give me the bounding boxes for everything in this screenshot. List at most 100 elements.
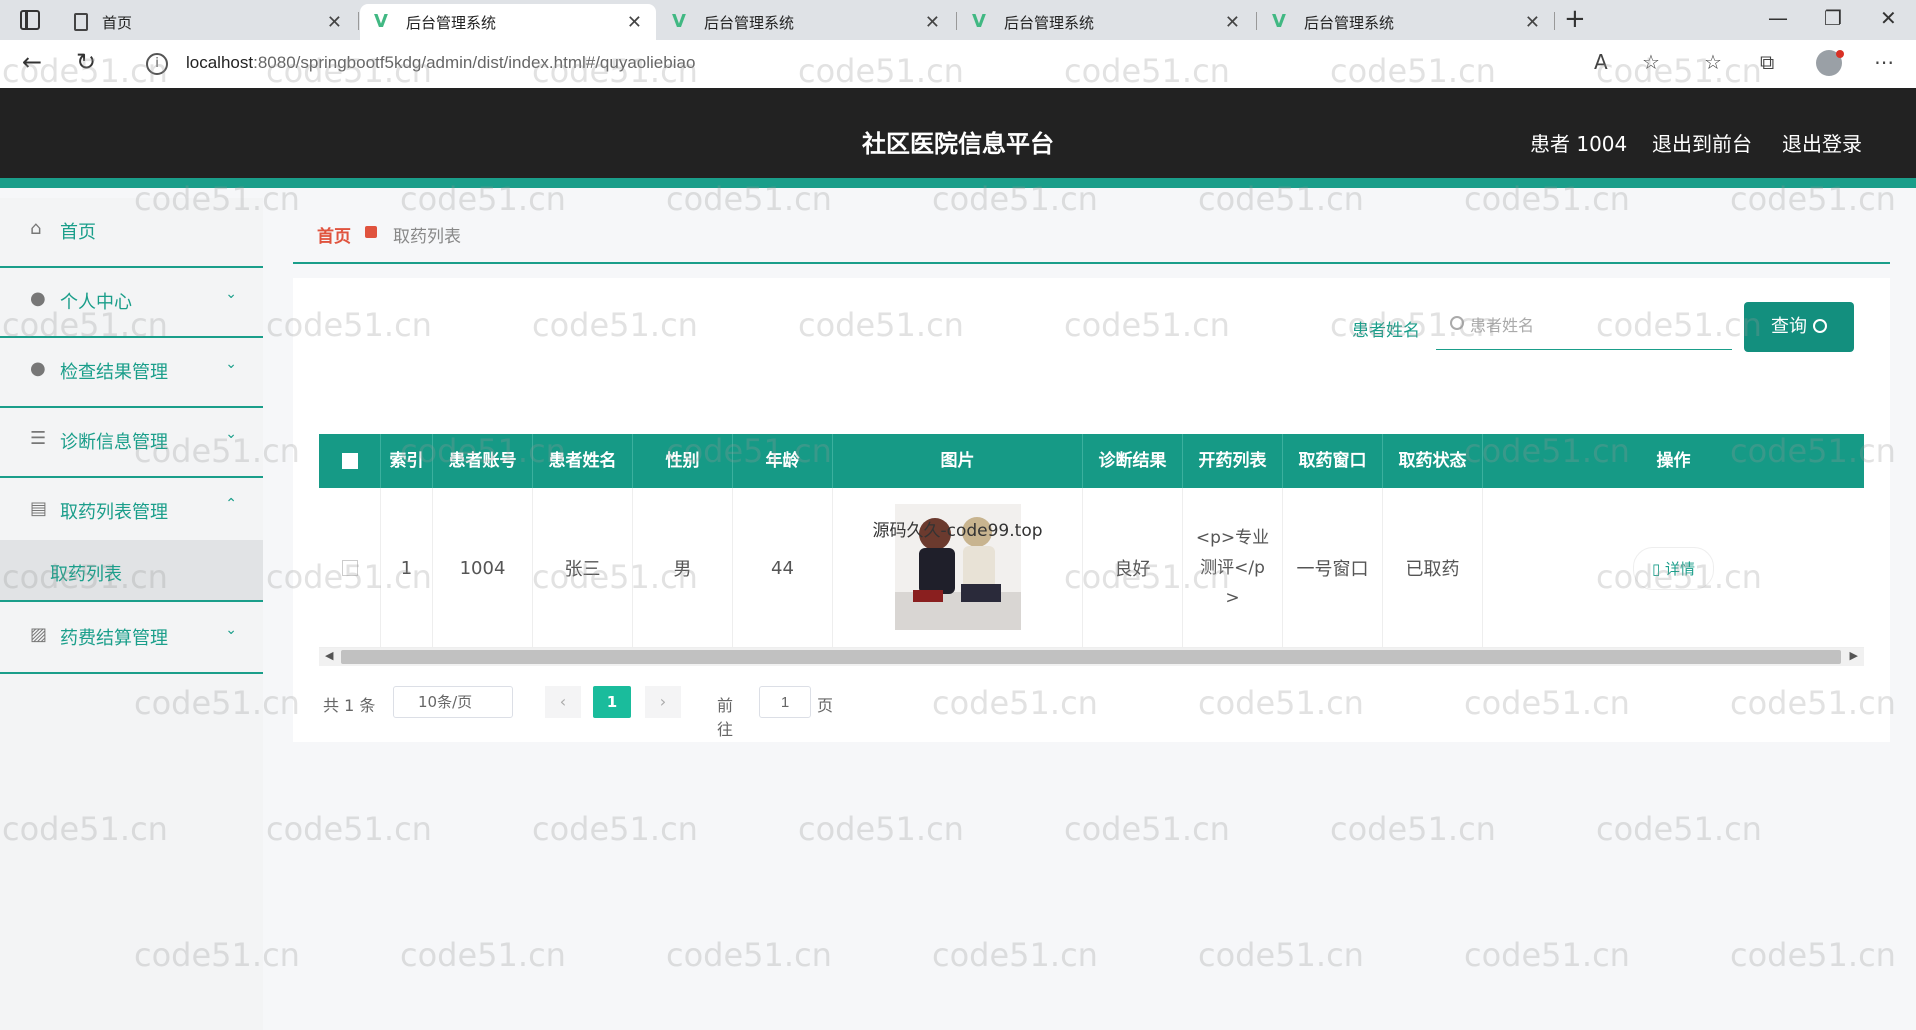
back-to-front-link[interactable]: 退出到前台 xyxy=(1652,128,1752,157)
column-header[interactable]: 图片 xyxy=(833,434,1083,488)
column-header[interactable]: 年龄 xyxy=(733,434,833,488)
breadcrumb: 首页 取药列表 xyxy=(293,198,1890,264)
chevron-down-icon: ⌄ xyxy=(225,356,237,372)
tab-divider xyxy=(956,12,957,30)
tab-title: 后台管理系统 xyxy=(1304,13,1395,32)
header-accent-line xyxy=(0,178,1916,188)
page-size-select[interactable]: 10条/页 xyxy=(393,686,513,718)
cell-index: 1 xyxy=(381,488,433,648)
favorites-icon[interactable]: ☆ xyxy=(1704,50,1722,74)
breadcrumb-separator-icon xyxy=(365,226,377,238)
browser-tab-3[interactable]: V 后台管理系统 ✕ xyxy=(658,4,954,40)
table-row: 1 1004 张三 男 44 源码久久-code99.top 良好 <p>专业测 xyxy=(319,488,1864,648)
sidebar-item-diagnosis[interactable]: ☰ 诊断信息管理 ⌄ xyxy=(0,408,263,478)
column-header[interactable]: 索引 xyxy=(381,434,433,488)
tab-divider xyxy=(358,12,359,30)
sidebar-item-label: 药费结算管理 xyxy=(60,628,168,649)
select-all-checkbox[interactable] xyxy=(341,453,358,469)
browser-tab-bar: 首页 ✕ V 后台管理系统 ✕ V 后台管理系统 ✕ V 后台管理系统 ✕ V … xyxy=(0,0,1916,40)
column-header[interactable]: 患者姓名 xyxy=(533,434,633,488)
profile-avatar[interactable] xyxy=(1816,50,1844,76)
cell-name: 张三 xyxy=(533,488,633,648)
sidebar-item-exam-results[interactable]: ● 检查结果管理 ⌄ xyxy=(0,338,263,408)
scrollbar-thumb[interactable] xyxy=(341,650,1841,664)
close-icon[interactable]: ✕ xyxy=(327,12,342,33)
sidebar-item-fee-settlement[interactable]: ▨ 药费结算管理 ⌄ xyxy=(0,604,263,674)
search-input[interactable] xyxy=(1436,304,1732,350)
watermark-text: code51.cn xyxy=(532,810,698,848)
column-header[interactable]: 诊断结果 xyxy=(1083,434,1183,488)
favorite-add-icon[interactable]: ☆ xyxy=(1642,50,1660,74)
goto-label: 前往 xyxy=(717,696,734,739)
scroll-left-icon[interactable]: ◀ xyxy=(325,649,333,662)
browser-tab-5[interactable]: V 后台管理系统 ✕ xyxy=(1258,4,1554,40)
watermark-text: code51.cn xyxy=(666,936,832,974)
cell-status: 已取药 xyxy=(1383,488,1483,648)
app-title: 社区医院信息平台 xyxy=(862,130,1054,158)
sidebar-item-label: 取药列表管理 xyxy=(60,502,168,523)
select-all-checkbox-cell xyxy=(319,434,381,488)
cell-window: 一号窗口 xyxy=(1283,488,1383,648)
read-aloud-icon[interactable]: A xyxy=(1594,50,1608,74)
next-page-button[interactable]: › xyxy=(645,686,681,718)
column-header[interactable]: 患者账号 xyxy=(433,434,533,488)
url-field[interactable]: localhost:8080/springbootf5kdg/admin/dis… xyxy=(186,53,695,73)
watermark-text: code51.cn xyxy=(798,810,964,848)
cell-image: 源码久久-code99.top xyxy=(833,488,1083,648)
minimize-icon[interactable]: — xyxy=(1768,6,1788,30)
url-host: localhost xyxy=(186,53,254,72)
tab-actions-icon[interactable] xyxy=(20,10,40,30)
sidebar-subitem-pickup-list[interactable]: 取药列表 xyxy=(0,540,263,602)
search-label: 患者姓名 xyxy=(1352,321,1420,341)
column-header[interactable]: 开药列表 xyxy=(1183,434,1283,488)
more-icon[interactable]: ⋯ xyxy=(1874,50,1894,74)
chevron-down-icon: ⌄ xyxy=(225,426,237,442)
home-icon: ⌂ xyxy=(30,218,42,239)
row-checkbox[interactable] xyxy=(341,560,358,576)
prev-page-button[interactable]: ‹ xyxy=(545,686,581,718)
cell-prescription: <p>专业测评</p> xyxy=(1183,488,1283,648)
collections-icon[interactable]: ⧉ xyxy=(1760,50,1774,74)
sidebar-item-home[interactable]: ⌂ 首页 xyxy=(0,198,263,268)
horizontal-scrollbar[interactable]: ◀ ▶ xyxy=(319,648,1864,666)
detail-button[interactable]: ▯ 详情 xyxy=(1632,546,1715,590)
goto-page-input[interactable] xyxy=(759,686,811,718)
back-icon[interactable]: ← xyxy=(22,48,42,76)
window-close-icon[interactable]: ✕ xyxy=(1880,6,1897,30)
query-button[interactable]: 查询 xyxy=(1744,302,1854,352)
detail-button-label: 详情 xyxy=(1665,559,1696,578)
column-header[interactable]: 取药状态 xyxy=(1383,434,1483,488)
sidebar-item-medicine-pickup[interactable]: ▤ 取药列表管理 ⌃ xyxy=(0,478,263,548)
chevron-down-icon: ⌄ xyxy=(225,286,237,302)
logout-link[interactable]: 退出登录 xyxy=(1782,128,1862,157)
watermark-text: code51.cn xyxy=(1330,810,1496,848)
search-icon xyxy=(1450,316,1464,330)
sidebar: ⌂ 首页 ● 个人中心 ⌄ ● 检查结果管理 ⌄ ☰ 诊断信息管理 ⌄ ▤ 取药… xyxy=(0,198,263,1030)
browser-tab-1[interactable]: 首页 ✕ xyxy=(60,4,356,40)
close-icon[interactable]: ✕ xyxy=(1225,12,1240,33)
column-header[interactable]: 操作 xyxy=(1483,434,1864,488)
chevron-down-icon: ⌄ xyxy=(225,622,237,638)
watermark-text: code51.cn xyxy=(266,810,432,848)
chevron-up-icon: ⌃ xyxy=(225,496,237,512)
new-tab-icon[interactable]: + xyxy=(1564,4,1586,34)
sidebar-item-personal[interactable]: ● 个人中心 ⌄ xyxy=(0,268,263,338)
close-icon[interactable]: ✕ xyxy=(627,12,642,33)
browser-tab-4[interactable]: V 后台管理系统 ✕ xyxy=(958,4,1254,40)
breadcrumb-home[interactable]: 首页 xyxy=(317,222,351,247)
browser-tab-2[interactable]: V 后台管理系统 ✕ xyxy=(360,4,656,40)
watermark-text: code51.cn xyxy=(1464,936,1630,974)
column-header[interactable]: 性别 xyxy=(633,434,733,488)
close-icon[interactable]: ✕ xyxy=(925,12,940,33)
search-icon xyxy=(1813,319,1827,333)
vue-icon: V xyxy=(1272,11,1286,32)
tab-title: 后台管理系统 xyxy=(704,13,795,32)
current-page-button[interactable]: 1 xyxy=(593,686,631,718)
sidebar-item-label: 个人中心 xyxy=(60,292,132,313)
column-header[interactable]: 取药窗口 xyxy=(1283,434,1383,488)
refresh-icon[interactable]: ↻ xyxy=(76,48,96,76)
info-icon[interactable]: i xyxy=(146,53,168,75)
maximize-icon[interactable]: ❐ xyxy=(1824,6,1842,30)
close-icon[interactable]: ✕ xyxy=(1525,12,1540,33)
scroll-right-icon[interactable]: ▶ xyxy=(1850,649,1858,662)
